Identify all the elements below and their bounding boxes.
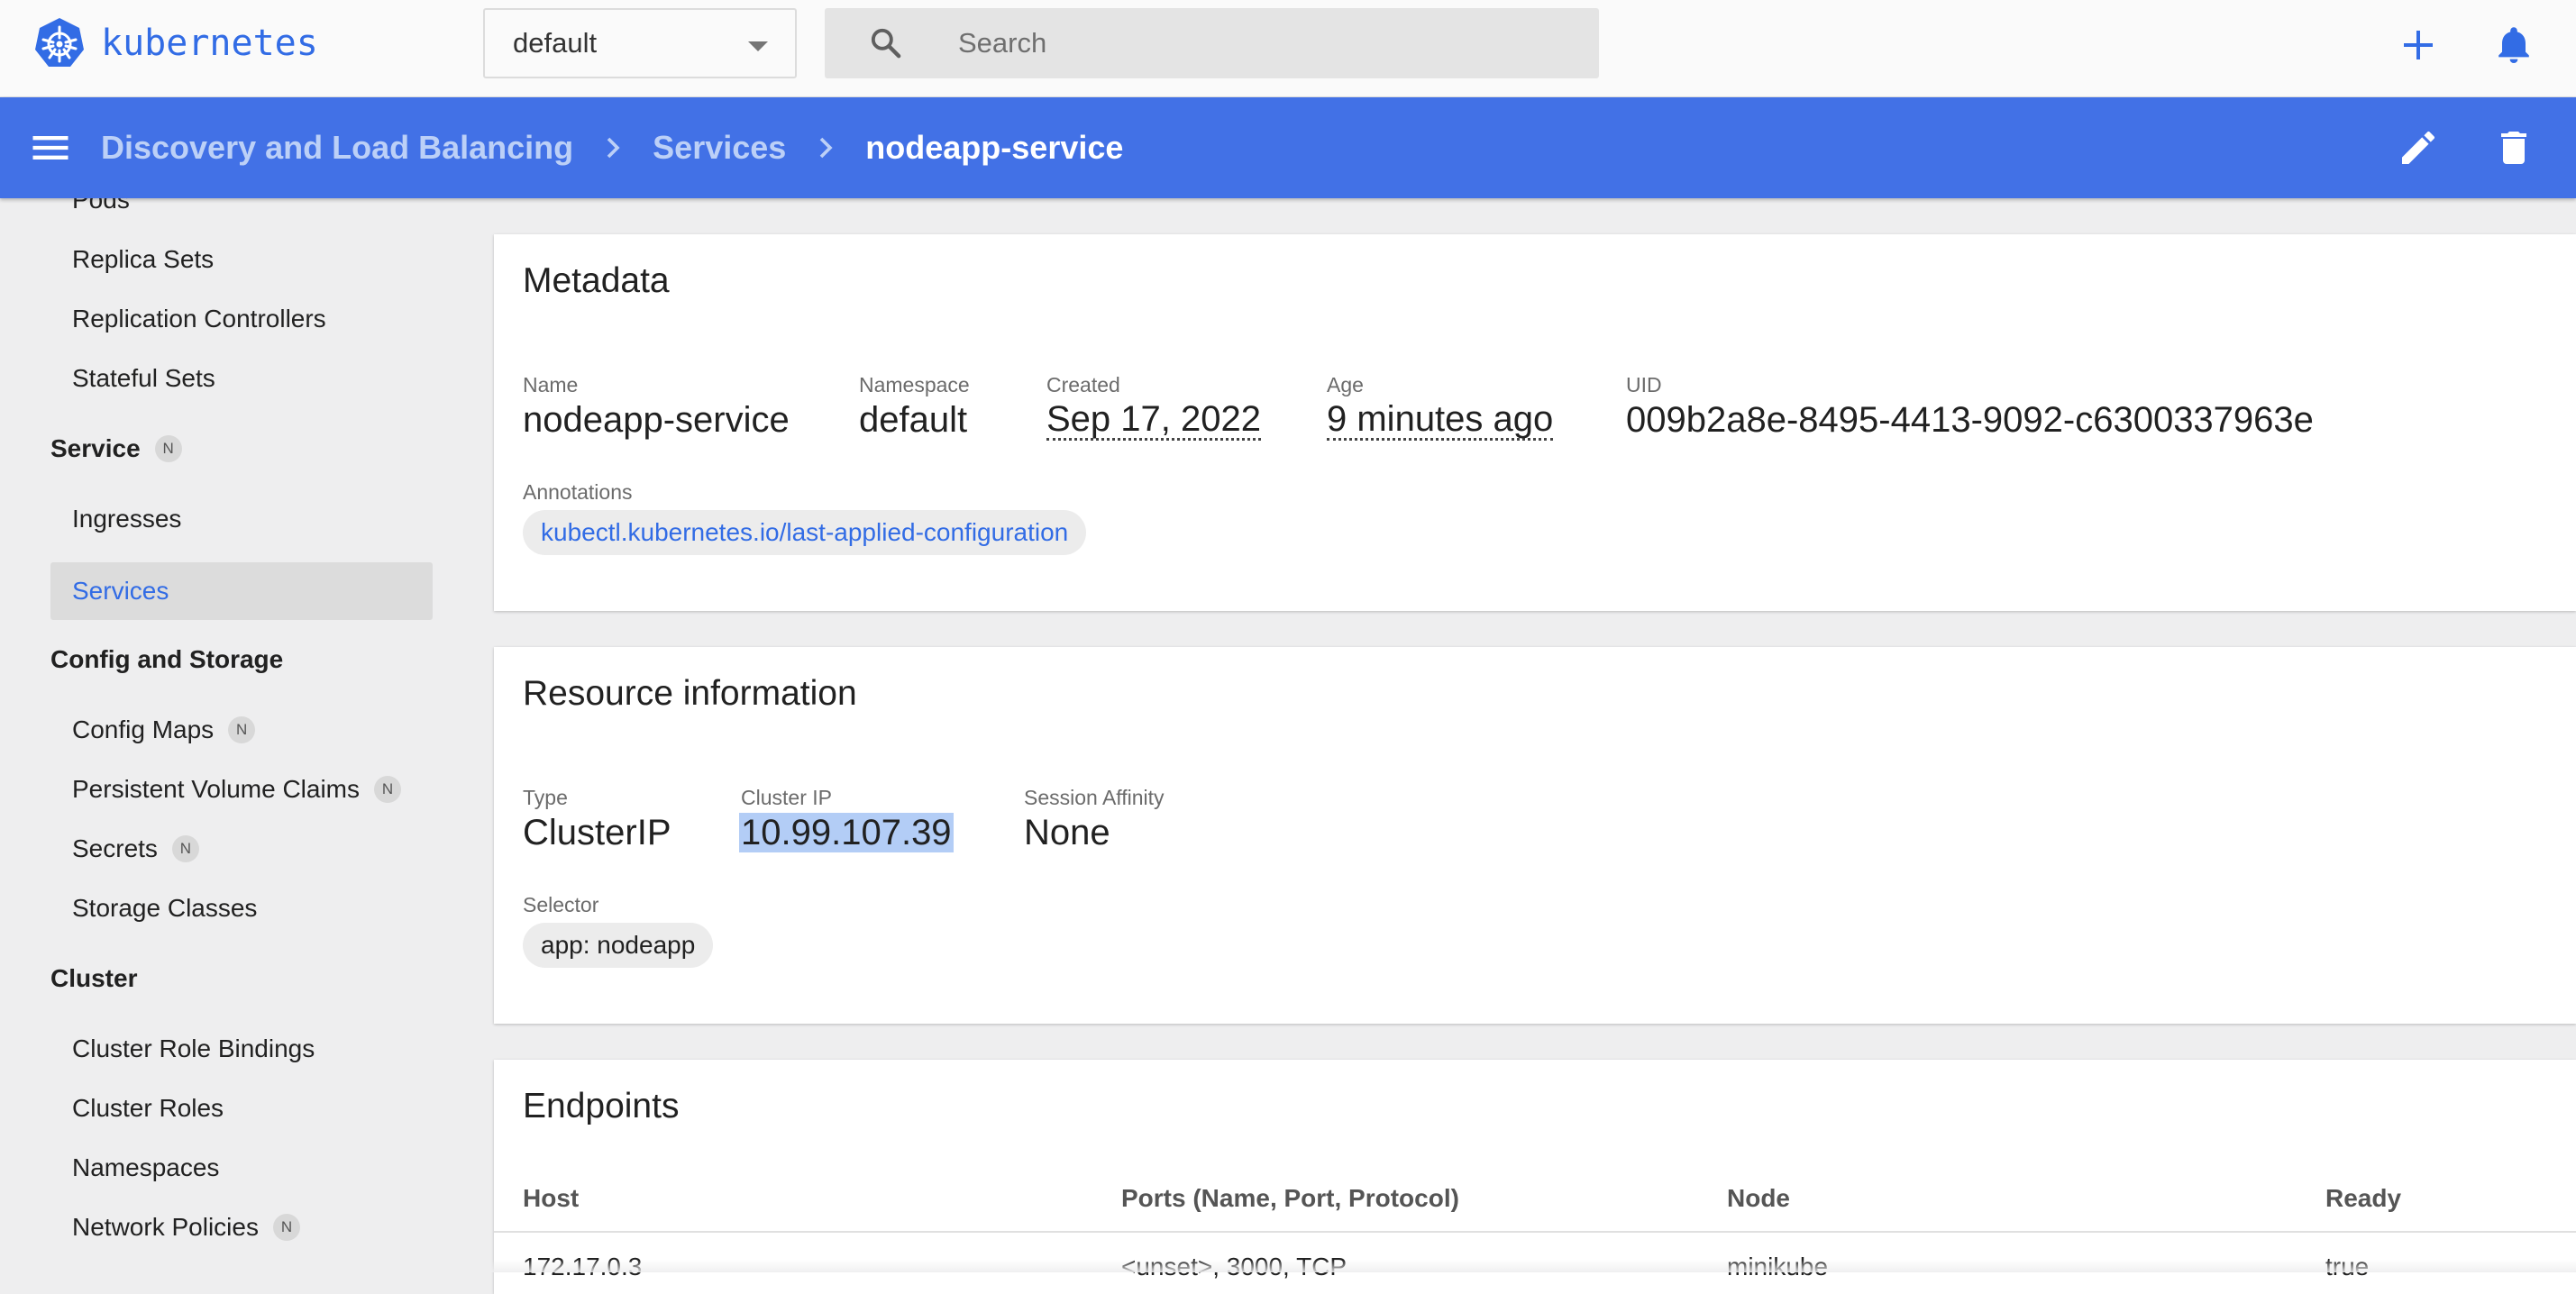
sidebar-item-persistent-volume-claims[interactable]: Persistent Volume Claims N: [50, 761, 433, 818]
kubernetes-logo[interactable]: kubernetes: [32, 16, 318, 70]
search-icon: [871, 28, 901, 59]
page-header: Discovery and Load Balancing Services no…: [0, 97, 2576, 198]
session-affinity-label: Session Affinity: [1024, 786, 1165, 809]
namespace-label: Namespace: [859, 373, 970, 396]
breadcrumb: Discovery and Load Balancing Services no…: [101, 97, 1123, 198]
edit-button[interactable]: [2393, 123, 2444, 173]
column-header-node: Node: [1727, 1184, 1790, 1212]
age-value[interactable]: 9 minutes ago: [1327, 400, 1554, 441]
uid-label: UID: [1626, 373, 1662, 396]
namespace-select-value: default: [513, 27, 598, 59]
top-bar: kubernetes default: [0, 0, 2576, 97]
column-header-host: Host: [523, 1184, 580, 1212]
sidebar-item-stateful-sets[interactable]: Stateful Sets: [50, 350, 433, 407]
sidebar-section-service[interactable]: Service N: [50, 420, 182, 478]
column-header-ready: Ready: [2325, 1184, 2402, 1212]
created-value[interactable]: Sep 17, 2022: [1046, 400, 1261, 441]
metadata-title: Metadata: [523, 261, 670, 300]
sidebar-item-replica-sets[interactable]: Replica Sets: [50, 231, 433, 288]
chevron-right-icon: [820, 137, 833, 159]
namespace-value: default: [859, 400, 968, 440]
search-input[interactable]: [958, 8, 1571, 78]
trash-icon: [2501, 132, 2526, 164]
breadcrumb-services[interactable]: Services: [653, 129, 786, 167]
namespaced-badge: N: [228, 716, 256, 743]
pencil-icon: [2402, 132, 2434, 164]
sidebar-nav: Pods Replica Sets Replication Controller…: [0, 198, 469, 1272]
sidebar-item-ingresses[interactable]: Ingresses: [50, 490, 433, 548]
breadcrumb-current: nodeapp-service: [865, 129, 1124, 166]
sidebar-item-replication-controllers[interactable]: Replication Controllers: [50, 290, 433, 348]
sidebar-item-cluster-roles[interactable]: Cluster Roles: [50, 1080, 433, 1137]
metadata-card: Metadata Name nodeapp-service Namespace …: [494, 234, 2576, 611]
dropdown-caret-icon: [748, 41, 768, 51]
cluster-ip-label: Cluster IP: [741, 786, 832, 809]
annotation-chip[interactable]: kubectl.kubernetes.io/last-applied-confi…: [523, 510, 1087, 555]
resource-information-card: Resource information Type ClusterIP Clus…: [494, 647, 2576, 1024]
session-affinity-value: None: [1024, 813, 1110, 852]
resource-information-title: Resource information: [523, 674, 857, 713]
annotations-label: Annotations: [523, 480, 633, 504]
age-label: Age: [1327, 373, 1364, 396]
selector-label: Selector: [523, 893, 599, 916]
cluster-ip-container: 10.99.107.39: [739, 813, 954, 853]
namespaced-badge: N: [154, 435, 182, 462]
kubernetes-helm-wheel-icon: [35, 18, 84, 67]
namespace-select[interactable]: default: [483, 8, 797, 78]
sidebar-item-storage-classes[interactable]: Storage Classes: [50, 879, 433, 937]
selector-chip: app: nodeapp: [523, 923, 714, 968]
namespaced-badge: N: [171, 835, 199, 862]
brand-name: kubernetes: [101, 23, 318, 64]
sidebar-item-pods[interactable]: Pods: [50, 198, 433, 229]
bell-icon: [2498, 27, 2529, 63]
column-header-ports: Ports (Name, Port, Protocol): [1121, 1184, 1459, 1212]
endpoints-title: Endpoints: [523, 1087, 680, 1125]
sidebar-item-config-maps[interactable]: Config Maps N: [50, 701, 433, 759]
name-label: Name: [523, 373, 579, 396]
type-label: Type: [523, 786, 568, 809]
sidebar-section-cluster[interactable]: Cluster: [50, 950, 137, 1007]
delete-button[interactable]: [2489, 123, 2539, 173]
sidebar-item-services[interactable]: Services: [50, 562, 433, 620]
sidebar-item-namespaces[interactable]: Namespaces: [50, 1139, 433, 1197]
uid-value: 009b2a8e-8495-4413-9092-c6300337963e: [1626, 400, 2314, 440]
plus-icon: [2404, 31, 2433, 59]
sidebar-section-config-and-storage[interactable]: Config and Storage: [50, 631, 283, 688]
namespaced-badge: N: [374, 776, 402, 803]
sidebar-item-cluster-role-bindings[interactable]: Cluster Role Bindings: [50, 1020, 433, 1078]
namespaced-badge: N: [272, 1214, 300, 1241]
chevron-right-icon: [607, 137, 620, 159]
sidebar-item-secrets[interactable]: Secrets N: [50, 820, 433, 878]
menu-toggle-button[interactable]: [27, 124, 74, 171]
created-label: Created: [1046, 373, 1120, 396]
search-bar[interactable]: [825, 8, 1599, 78]
name-value: nodeapp-service: [523, 400, 790, 440]
scroll-fade: [0, 1260, 2576, 1272]
notifications-button[interactable]: [2489, 20, 2539, 70]
breadcrumb-discovery[interactable]: Discovery and Load Balancing: [101, 129, 573, 167]
sidebar-item-network-policies[interactable]: Network Policies N: [50, 1198, 433, 1256]
cluster-ip-value[interactable]: 10.99.107.39: [739, 813, 954, 852]
create-resource-button[interactable]: [2393, 20, 2444, 70]
table-divider: [494, 1231, 2576, 1233]
type-value: ClusterIP: [523, 813, 671, 852]
hamburger-menu-icon: [32, 136, 69, 159]
endpoints-card: Endpoints Host Ports (Name, Port, Protoc…: [494, 1060, 2576, 1294]
